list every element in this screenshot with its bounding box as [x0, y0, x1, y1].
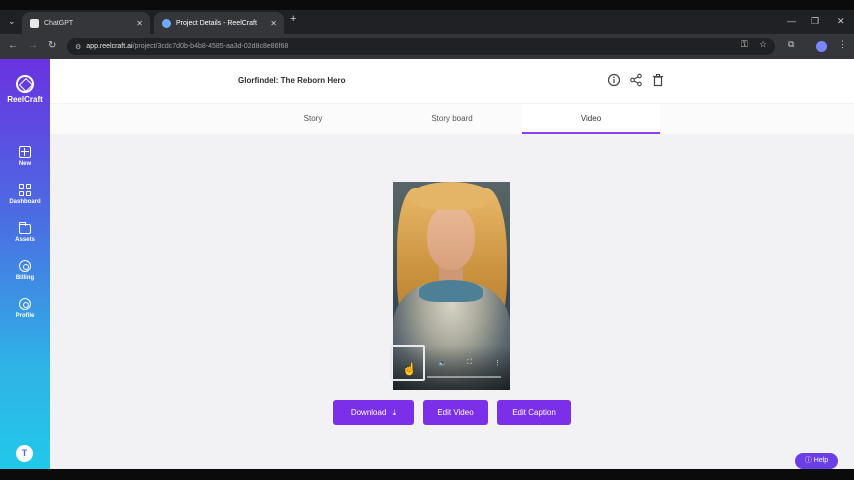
password-key-icon[interactable]: ⚿ — [741, 39, 748, 50]
url-path: /project/3cdc7d0b-b4b8-4585-aa3d-02d8c8e… — [132, 43, 289, 50]
address-bar[interactable]: ⚙ app.reelcraft.ai/project/3cdc7d0b-b4b8… — [67, 38, 775, 55]
browser-tab-reelcraft[interactable]: Project Details - ReelCraft ✕ — [154, 12, 284, 34]
folder-icon — [19, 222, 31, 234]
user-avatar[interactable]: T — [16, 445, 33, 462]
minimize-icon[interactable]: — — [787, 16, 796, 26]
browser-toolbar: ← → ↻ ⚙ app.reelcraft.ai/project/3cdc7d0… — [0, 34, 854, 59]
sidebar-item-label: Dashboard — [9, 199, 41, 205]
download-icon: ⤓ — [392, 408, 397, 417]
sidebar-item-label: New — [18, 161, 32, 167]
fullscreen-icon[interactable]: ⛶ — [467, 359, 472, 367]
profile-icon — [19, 298, 31, 310]
restore-icon[interactable]: ❐ — [811, 16, 819, 27]
browser-tab-title: Project Details - ReelCraft — [176, 19, 257, 27]
help-label: Help — [813, 457, 829, 464]
close-window-icon[interactable]: ✕ — [837, 16, 845, 27]
volume-icon[interactable]: 🔈 — [438, 359, 447, 367]
browser-tab-title: ChatGPT — [44, 19, 74, 27]
billing-icon — [19, 260, 31, 272]
grid-icon — [19, 184, 31, 196]
sidebar-item-label: Billing — [15, 275, 35, 281]
download-button[interactable]: Download ⤓ — [333, 400, 414, 425]
edit-caption-button[interactable]: Edit Caption — [497, 400, 571, 425]
edit-video-button[interactable]: Edit Video — [423, 400, 488, 425]
mouse-cursor-icon: ☝ — [402, 362, 417, 376]
sidebar-item-billing[interactable]: Billing — [0, 260, 50, 281]
sidebar-item-new[interactable]: New — [0, 146, 50, 167]
back-icon[interactable]: ← — [8, 40, 18, 51]
help-button[interactable]: ⓘ Help — [795, 453, 838, 469]
reelcraft-favicon-icon — [162, 18, 171, 28]
plus-square-icon — [19, 146, 31, 158]
video-frame-collar — [419, 280, 483, 302]
sidebar-item-dashboard[interactable]: Dashboard — [0, 184, 50, 205]
info-icon[interactable] — [607, 73, 621, 87]
download-label: Download — [350, 408, 387, 417]
project-title: Glorfindel: The Reborn Hero — [238, 76, 346, 85]
browser-menu-icon[interactable]: ⋮ — [838, 39, 847, 50]
sidebar-item-assets[interactable]: Assets — [0, 222, 50, 243]
sidebar-item-label: Assets — [15, 237, 35, 243]
url-host: app.reelcraft.ai — [86, 43, 133, 50]
project-tabs: Story Story board Video — [50, 104, 854, 134]
video-frame-face — [427, 206, 475, 270]
app-window: ReelCraft New Dashboard Assets Billing P… — [0, 59, 854, 469]
help-icon: ⓘ — [804, 457, 812, 464]
trash-icon[interactable] — [651, 73, 665, 87]
brand-logo[interactable]: ReelCraft — [0, 75, 50, 104]
share-icon[interactable] — [629, 73, 643, 87]
close-tab-icon[interactable]: ✕ — [270, 19, 277, 28]
chatgpt-favicon-icon — [30, 18, 39, 28]
extensions-icon[interactable]: ⧉ — [788, 39, 794, 50]
reelcraft-logo-icon — [16, 75, 34, 93]
close-tab-icon[interactable]: ✕ — [136, 19, 143, 28]
video-menu-icon[interactable]: ⋮ — [494, 359, 501, 367]
browser-tab-strip: ⌄ ChatGPT ✕ Project Details - ReelCraft … — [0, 10, 854, 34]
brand-name: ReelCraft — [7, 95, 43, 104]
project-header: Glorfindel: The Reborn Hero — [50, 59, 854, 103]
site-info-icon[interactable]: ⚙ — [75, 43, 81, 51]
sidebar-item-label: Profile — [15, 313, 35, 319]
sidebar: ReelCraft New Dashboard Assets Billing P… — [0, 59, 50, 469]
bookmark-star-icon[interactable]: ☆ — [759, 39, 767, 50]
tab-search-icon[interactable]: ⌄ — [8, 16, 16, 27]
forward-icon[interactable]: → — [28, 40, 38, 51]
profile-avatar-icon[interactable] — [816, 41, 827, 52]
reload-icon[interactable]: ↻ — [48, 40, 56, 51]
video-progress-bar[interactable] — [427, 376, 501, 378]
tab-video[interactable]: Video — [522, 104, 660, 134]
tab-story[interactable]: Story — [244, 104, 382, 134]
video-frame-hair-top — [411, 182, 491, 210]
new-tab-icon[interactable]: + — [290, 13, 296, 25]
browser-tab-chatgpt[interactable]: ChatGPT ✕ — [22, 12, 150, 34]
tab-story-board[interactable]: Story board — [383, 104, 521, 134]
sidebar-item-profile[interactable]: Profile — [0, 298, 50, 319]
